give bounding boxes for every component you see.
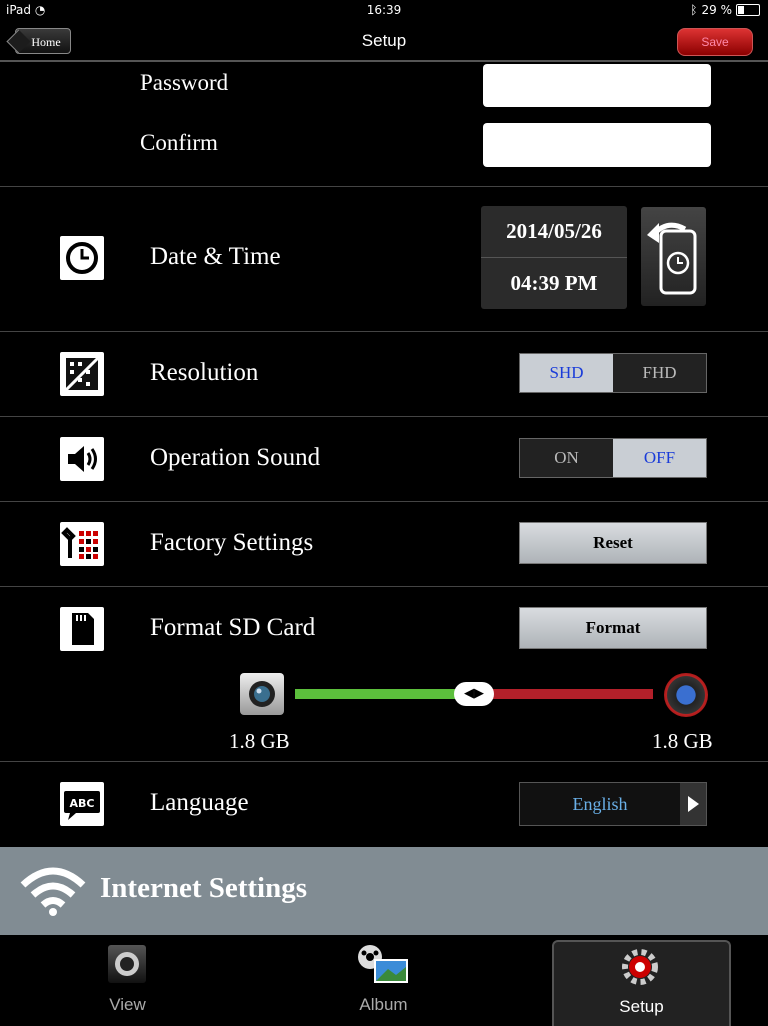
sync-phone-icon bbox=[647, 222, 697, 295]
divider bbox=[0, 416, 768, 417]
sound-option-on[interactable]: ON bbox=[520, 439, 613, 477]
sound-segmented-control: ON OFF bbox=[519, 438, 707, 478]
resolution-label: Resolution bbox=[150, 359, 259, 386]
time-value: 04:39 PM bbox=[510, 271, 598, 295]
confirm-label: Confirm bbox=[140, 130, 218, 155]
chevron-right-icon bbox=[680, 783, 706, 825]
divider bbox=[0, 586, 768, 587]
operation-sound-label: Operation Sound bbox=[150, 444, 321, 471]
format-button[interactable]: Format bbox=[519, 607, 707, 649]
sd-card-icon bbox=[60, 607, 104, 651]
factory-settings-label: Factory Settings bbox=[150, 529, 314, 556]
tab-setup[interactable]: Setup bbox=[552, 940, 731, 1026]
device-storage-label: 1.8 GB bbox=[652, 729, 713, 753]
tab-view[interactable]: View bbox=[40, 935, 215, 1024]
tab-view-label: View bbox=[109, 995, 146, 1014]
save-button[interactable]: Save bbox=[677, 28, 753, 56]
slider-right-track bbox=[474, 689, 653, 699]
language-value: English bbox=[572, 794, 628, 814]
speaker-icon bbox=[60, 437, 104, 481]
camera-icon bbox=[240, 673, 284, 715]
tab-album[interactable]: Album bbox=[296, 935, 471, 1024]
status-bar: iPad ◔ 16:39 ᛒ 29 % bbox=[0, 0, 768, 22]
divider bbox=[0, 761, 768, 762]
sync-time-button[interactable] bbox=[641, 207, 706, 306]
camera-storage-label: 1.8 GB bbox=[229, 729, 290, 753]
divider bbox=[0, 331, 768, 332]
wifi-icon bbox=[18, 863, 88, 922]
storage-slider[interactable]: ◀▶ bbox=[295, 682, 653, 706]
internet-settings-title: Internet Settings bbox=[100, 872, 308, 904]
datetime-label: Date & Time bbox=[150, 243, 281, 270]
date-value: 2014/05/26 bbox=[481, 206, 627, 258]
factory-tools-icon bbox=[60, 522, 104, 566]
svg-text:ABC: ABC bbox=[70, 797, 95, 810]
reset-button[interactable]: Reset bbox=[519, 522, 707, 564]
resolution-segmented-control: SHD FHD bbox=[519, 353, 707, 393]
datetime-display[interactable]: 2014/05/26 04:39 PM bbox=[481, 206, 627, 309]
slider-handle[interactable]: ◀▶ bbox=[454, 682, 494, 706]
battery-icon bbox=[736, 4, 760, 16]
resolution-icon bbox=[60, 352, 104, 396]
abc-language-icon: ABC bbox=[60, 782, 104, 826]
password-label: Password bbox=[140, 70, 229, 95]
navigation-bar: Home Setup Save bbox=[0, 22, 768, 62]
bluetooth-icon: ᛒ bbox=[690, 3, 698, 17]
clock-icon bbox=[60, 236, 104, 280]
film-photo-icon bbox=[356, 943, 410, 990]
tab-bar: View Album Setup bbox=[0, 935, 768, 1026]
password-input[interactable] bbox=[483, 64, 711, 107]
language-label: Language bbox=[150, 789, 249, 816]
camera-lens-icon bbox=[108, 945, 146, 983]
format-sd-label: Format SD Card bbox=[150, 614, 316, 641]
confirm-input[interactable] bbox=[483, 123, 711, 167]
gear-icon bbox=[620, 947, 660, 992]
internet-settings-header[interactable]: Internet Settings bbox=[0, 847, 768, 935]
tab-setup-label: Setup bbox=[619, 997, 664, 1016]
divider bbox=[0, 186, 768, 187]
divider bbox=[0, 501, 768, 502]
status-time: 16:39 bbox=[366, 3, 402, 17]
page-title: Setup bbox=[361, 31, 407, 50]
device-storage-icon bbox=[664, 673, 708, 717]
language-selector[interactable]: English bbox=[519, 782, 707, 826]
resolution-option-fhd[interactable]: FHD bbox=[613, 354, 706, 392]
resolution-option-shd[interactable]: SHD bbox=[520, 354, 613, 392]
sound-option-off[interactable]: OFF bbox=[613, 439, 706, 477]
battery-percent: 29 % bbox=[701, 3, 733, 17]
slider-left-track bbox=[295, 689, 474, 699]
tab-album-label: Album bbox=[359, 995, 408, 1014]
